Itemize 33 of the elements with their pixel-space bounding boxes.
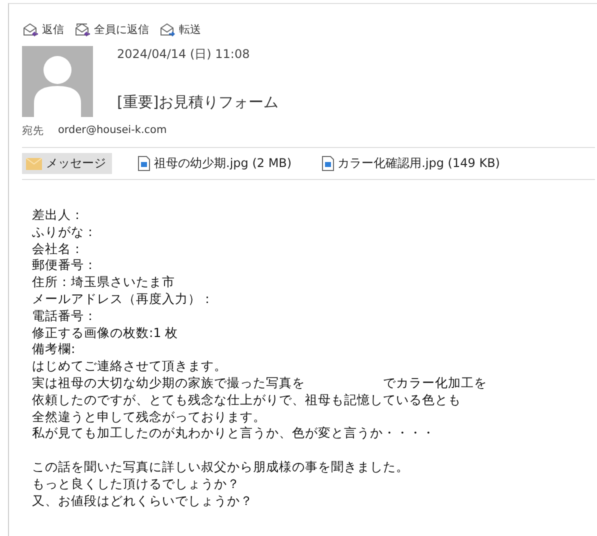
body-text-line: 全然違うと申して残念がっております。 xyxy=(32,408,266,426)
body-text-line: 会社名： xyxy=(32,240,84,258)
body-text-line: 私が見ても加工したのが丸わかりと言うか、色が変と言うか・・・・ xyxy=(32,425,435,442)
toolbar-button[interactable]: 全員に返信 xyxy=(74,21,149,37)
body-text-line: 修正する画像の枚数:1 枚 xyxy=(32,324,178,342)
body-text-line: 備考欄: xyxy=(32,341,76,358)
attachment-item[interactable]: 祖母の幼少期.jpg (2 MB) xyxy=(134,153,296,174)
attachment-item[interactable]: カラー化確認用.jpg (149 KB) xyxy=(318,153,504,174)
body-text-line: この話を聞いた写真に詳しい叔父から朋成様の事を聞きました。 xyxy=(32,458,409,476)
body-text-line: 依頼したのですが、とても残念な仕上がりで、祖母も記憶している色とも xyxy=(32,392,461,409)
body-text-line: 実は祖母の大切な幼少期の家族で撮った写真を でカラー化加工を xyxy=(32,374,487,392)
recipient-address: order@housei-k.com xyxy=(58,124,167,138)
body-text-line: 電話番号： xyxy=(32,308,97,325)
body-text-line: 住所：埼玉県さいたま市 xyxy=(32,274,175,291)
body-text-line: はじめてご連絡させて頂きます。 xyxy=(32,358,227,375)
toolbar-button[interactable]: 転送 xyxy=(159,21,201,37)
image-file-icon xyxy=(322,156,334,171)
body-text-line: ふりがな： xyxy=(32,224,97,241)
forward-icon xyxy=(159,21,176,37)
reply-all-icon xyxy=(74,21,91,37)
date-text: 2024/04/14 (日) 11:08 xyxy=(117,46,251,63)
subject-text: [重要]お見積りフォーム xyxy=(117,93,279,112)
body-text-line: メールアドレス（再度入力）： xyxy=(32,290,214,308)
body-text-line: 郵便番号： xyxy=(32,257,97,274)
message-tab[interactable]: メッセージ xyxy=(22,153,112,174)
reply-icon xyxy=(22,21,39,37)
body-text-line: もっと良くした頂けるでしょうか？ xyxy=(32,476,240,493)
to-label: 宛先 xyxy=(22,124,44,138)
envelope-icon xyxy=(26,158,42,170)
image-file-icon xyxy=(138,156,150,171)
body-text-line: 又、お値段はどれくらいでしょうか？ xyxy=(32,492,253,510)
body-text-line: 差出人： xyxy=(32,207,84,224)
toolbar-button[interactable]: 返信 xyxy=(22,21,64,37)
